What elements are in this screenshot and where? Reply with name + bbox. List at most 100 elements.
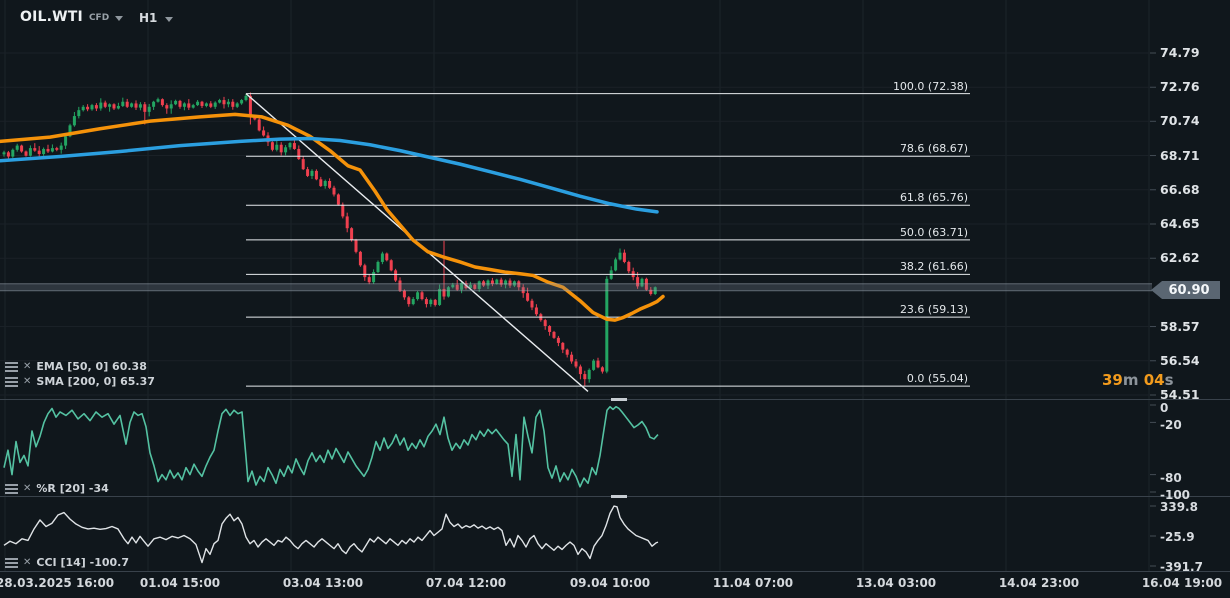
cci-legend-label: CCI [14] -100.7 [36,556,130,569]
candlestick [345,216,349,229]
candlestick [200,101,204,106]
candlestick [99,102,103,109]
candlestick [618,252,622,260]
candlestick [240,100,244,104]
candlestick [147,106,151,112]
candlestick [416,292,420,300]
time-tick-label: 14.04 23:00 [998,576,1080,590]
indicator-settings-icon[interactable] [5,483,18,494]
candlestick [433,299,437,305]
candlestick [24,151,28,156]
candlestick [33,148,37,151]
indicator-remove-icon[interactable]: ✕ [23,376,31,387]
candlestick [182,103,186,107]
sma-legend-label: SMA [200, 0] 65.37 [36,375,155,388]
candlestick [204,103,208,106]
candlestick [543,320,547,327]
candlestick [77,110,81,117]
indicator-settings-icon[interactable] [5,361,18,372]
candlestick [323,180,327,187]
candlestick [235,103,239,107]
trading-chart-window: OIL.WTI CFD H1 ✕ EMA [50, 0] 60.38 ✕ SMA… [0,0,1230,598]
instrument-selector[interactable]: OIL.WTI CFD [20,9,124,25]
candlestick [64,136,68,146]
current-price-value: 60.90 [1168,282,1210,298]
cci-tick-label: 339.8 [1160,500,1198,514]
candlestick [165,105,169,109]
time-tick-label: 01.04 15:00 [139,576,221,590]
candlestick [402,290,406,298]
candlestick [50,148,54,152]
candlestick [226,101,230,105]
price-tick-label: 54.51 [1160,387,1200,402]
candlestick [301,159,305,170]
candlestick [424,299,428,305]
candlestick [213,102,217,107]
candlestick [363,265,367,278]
candlestick [156,99,160,102]
price-tick-label: 58.57 [1160,318,1200,334]
fibonacci-level-label: 0.0 (55.04) [906,372,968,386]
fibonacci-level-label: 50.0 (63.71) [899,225,968,239]
candlestick [592,360,596,370]
candlestick [561,342,565,350]
candlestick [438,288,442,305]
candlestick [548,326,552,332]
indicator-remove-icon[interactable]: ✕ [23,557,31,568]
candlestick [130,103,134,107]
williams-r-tick-label: -20 [1160,418,1182,433]
candlestick [138,104,142,108]
indicator-settings-icon[interactable] [5,376,18,387]
fibonacci-level-label: 78.6 (68.67) [899,142,968,156]
candlestick [222,100,226,105]
candlestick [178,100,182,107]
instrument-symbol: OIL.WTI [20,9,83,25]
candlestick [174,100,178,105]
candlestick [134,103,138,108]
candlestick [627,261,631,272]
candlestick [354,240,358,252]
candlestick [187,103,191,108]
candlestick [28,148,32,156]
candlestick [94,105,98,109]
timeframe-label: H1 [139,11,158,25]
williams-r-tick-label: -80 [1160,470,1182,485]
candlestick [376,261,380,273]
chart-header: OIL.WTI CFD H1 [0,0,1230,30]
indicator-remove-icon[interactable]: ✕ [23,361,31,372]
candlestick [614,259,618,271]
time-tick-label: 16.04 19:00 [1141,576,1223,590]
cci-tick-label: -391.7 [1160,560,1203,574]
candlestick [600,367,604,372]
candlestick [169,104,173,109]
candlestick [279,144,283,153]
williams-r-indicator-legend: ✕ %R [20] -34 [5,482,109,495]
instrument-type-badge: CFD [88,13,110,23]
candlestick [526,293,530,301]
price-tick-label: 74.79 [1160,45,1200,60]
cci-tick-label: -25.9 [1160,529,1195,544]
candlestick [257,119,261,131]
indicator-remove-icon[interactable]: ✕ [23,483,31,494]
chart-canvas[interactable] [0,0,1230,598]
candlestick [622,252,626,262]
candlestick [367,277,371,283]
candlestick [389,260,393,271]
williams-r-tick-label: 0 [1160,401,1169,415]
ema-legend-label: EMA [50, 0] 60.38 [36,360,147,373]
candlestick [125,101,129,107]
candlestick [112,104,116,109]
time-tick-label: 09.04 10:00 [569,576,651,590]
candlestick [160,99,164,106]
candlestick [587,369,591,380]
fibonacci-level-label: 61.8 (65.76) [899,191,968,205]
chevron-down-icon [165,16,174,22]
indicator-settings-icon[interactable] [5,557,18,568]
candlestick [262,130,266,136]
price-tick-label: 70.74 [1160,113,1200,129]
candlestick [565,349,569,355]
price-tick-label: 62.62 [1160,250,1200,266]
timeframe-selector[interactable]: H1 [139,11,174,25]
candlestick [328,180,332,188]
candlestick [116,105,120,109]
